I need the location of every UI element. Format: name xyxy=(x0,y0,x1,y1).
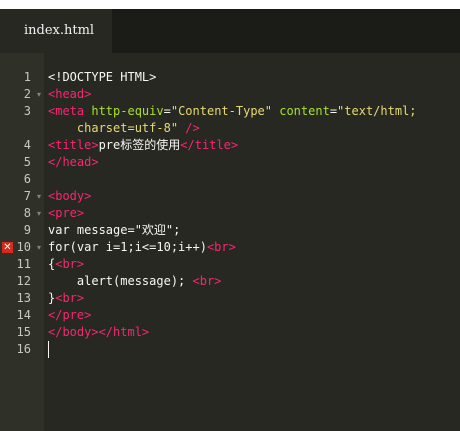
line-number: 4 xyxy=(23,138,31,152)
line-number: 7 xyxy=(23,189,31,203)
code-token-plain: = xyxy=(163,104,171,118)
code-editor-window: index.html 1 2 ▾ 3 4 5 6 7 ▾ 8 ▾ 9 10 ▾ ✕ 11 12 13 14 15 16 … xyxy=(0,9,460,431)
code-token-tag: <br> xyxy=(206,240,236,254)
code-token-tag: /> xyxy=(185,121,200,135)
code-token-attr: content xyxy=(279,104,330,118)
code-token-str: "text/html; xyxy=(337,104,417,118)
gutter-row: 11 xyxy=(0,256,44,273)
code-line: var message="欢迎"; xyxy=(48,222,180,239)
line-number: 8 xyxy=(23,206,31,220)
code-line: <body> xyxy=(48,188,91,205)
code-token-str: charset=utf-8" xyxy=(76,121,179,135)
fold-toggle-icon[interactable]: ▾ xyxy=(35,239,43,256)
gutter-row: 14 xyxy=(0,307,44,324)
code-token-tag: <title> xyxy=(48,138,99,152)
line-number: 11 xyxy=(16,257,31,271)
code-line: </pre> xyxy=(48,307,91,324)
code-line: <head> xyxy=(48,86,91,103)
code-token-tag: <body> xyxy=(48,189,92,203)
code-token-tag: </head> xyxy=(48,155,99,169)
code-line: alert(message); <br> xyxy=(48,273,222,290)
code-token-tag: </body></html> xyxy=(48,325,150,339)
code-line: {<br> xyxy=(48,256,84,273)
code-line: charset=utf-8" /> xyxy=(48,120,200,137)
gutter-row: 8 ▾ xyxy=(0,205,44,222)
code-token-tag: <br> xyxy=(55,291,85,305)
line-number: 9 xyxy=(23,223,31,237)
gutter-row: 5 xyxy=(0,154,44,171)
line-number: 10 xyxy=(16,240,31,254)
text-cursor xyxy=(48,341,49,358)
code-token-plain: = xyxy=(329,104,338,118)
fold-toggle-icon[interactable]: ▾ xyxy=(35,188,43,205)
error-marker-icon[interactable]: ✕ xyxy=(2,242,13,253)
fold-toggle-icon[interactable]: ▾ xyxy=(35,205,43,222)
code-line: for(var i=1;i<=10;i++)<br> xyxy=(48,239,236,256)
line-number-gutter: 1 2 ▾ 3 4 5 6 7 ▾ 8 ▾ 9 10 ▾ ✕ 11 12 13 14 15 16 xyxy=(0,53,44,431)
gutter-row: 15 xyxy=(0,324,44,341)
fold-toggle-icon[interactable]: ▾ xyxy=(35,86,43,103)
line-number: 3 xyxy=(23,104,31,118)
line-number: 6 xyxy=(23,172,31,186)
code-line: <meta http-equiv="Content-Type" content=… xyxy=(48,103,417,120)
code-token-tag: <head> xyxy=(48,87,92,101)
gutter-row: 12 xyxy=(0,273,44,290)
line-number: 13 xyxy=(16,291,31,305)
line-number: 12 xyxy=(16,274,31,288)
code-token-plain: var message="欢迎"; xyxy=(48,223,181,237)
line-number: 5 xyxy=(23,155,31,169)
code-token-plain: alert(message); xyxy=(48,274,193,288)
gutter-row: 9 xyxy=(0,222,44,239)
code-line: </body></html> xyxy=(48,324,149,341)
line-number: 15 xyxy=(16,325,31,339)
tab-bar: index.html xyxy=(0,9,460,53)
gutter-row xyxy=(0,120,44,137)
tab-index-html[interactable]: index.html xyxy=(0,9,112,53)
gutter-row: 4 xyxy=(0,137,44,154)
gutter-row: 3 xyxy=(0,103,44,120)
gutter-row: 6 xyxy=(0,171,44,188)
gutter-row: 16 xyxy=(0,341,44,358)
code-token-tag: <meta xyxy=(48,104,85,118)
code-line: <pre> xyxy=(48,205,84,222)
gutter-row: 2 ▾ xyxy=(0,86,44,103)
code-token-attr: http-equiv xyxy=(91,104,164,118)
code-area[interactable]: <!DOCTYPE HTML> <head> <meta http-equiv="C… xyxy=(44,53,460,431)
code-token-plain: <!DOCTYPE HTML> xyxy=(48,70,157,84)
code-token-tag: </pre> xyxy=(48,308,92,322)
gutter-row: 10 ▾ ✕ xyxy=(0,239,44,256)
code-line: <title>pre标签的使用</title> xyxy=(48,137,238,154)
code-token-tag: <br> xyxy=(192,274,222,288)
code-token-tag: <pre> xyxy=(48,206,85,220)
code-token-plain: pre标签的使用 xyxy=(98,138,181,152)
line-number: 1 xyxy=(23,70,31,84)
gutter-row: 1 xyxy=(0,69,44,86)
gutter-row: 13 xyxy=(0,290,44,307)
code-token-tag: </title> xyxy=(180,138,239,152)
line-number: 16 xyxy=(16,342,31,356)
code-token-tag: <br> xyxy=(55,257,85,271)
code-line: </head> xyxy=(48,154,99,171)
code-line: <!DOCTYPE HTML> xyxy=(48,69,156,86)
code-token-str: "Content-Type" xyxy=(170,104,272,118)
line-number: 2 xyxy=(23,87,31,101)
line-number: 14 xyxy=(16,308,31,322)
code-line: }<br> xyxy=(48,290,84,307)
gutter-row: 7 ▾ xyxy=(0,188,44,205)
code-token-plain: for(var i=1;i<=10;i++) xyxy=(48,240,207,254)
